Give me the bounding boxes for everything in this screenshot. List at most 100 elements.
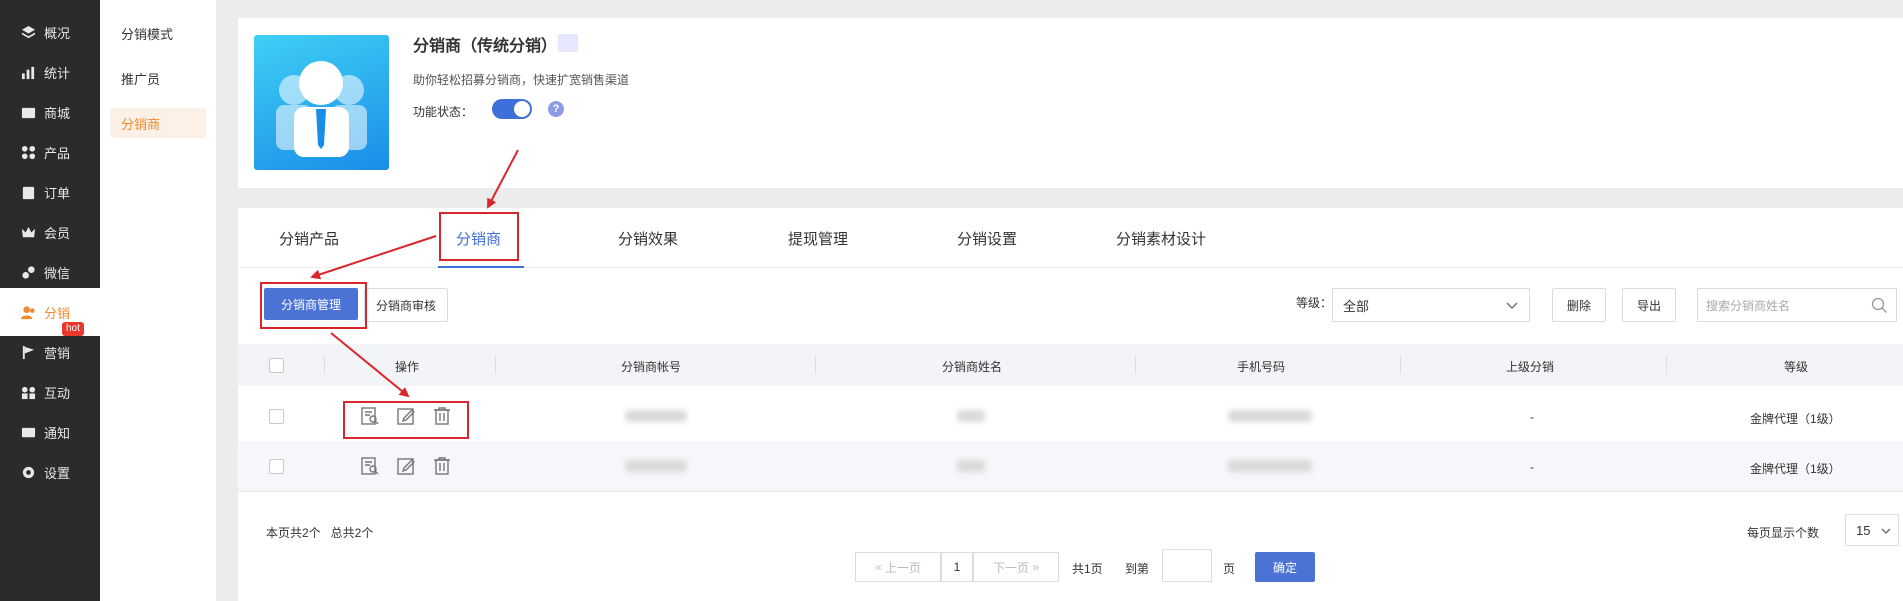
- status-label: 功能状态：: [413, 105, 474, 119]
- crown-icon: [20, 224, 36, 240]
- next-page-label: 下一页: [992, 560, 1029, 575]
- header-actions: 操作: [395, 360, 420, 374]
- user-icon: [20, 304, 36, 320]
- table-bottom-border: [238, 491, 1903, 492]
- feature-header-card: 分销商（传统分销） 助你轻松招募分销商，快速扩宽销售渠道 功能状态： ?: [238, 18, 1903, 188]
- feature-status-toggle[interactable]: [492, 99, 532, 119]
- goto-label: 到第: [1125, 562, 1150, 576]
- prev-page-button[interactable]: « 上一页: [855, 552, 941, 582]
- page-number-button[interactable]: 1: [941, 552, 973, 582]
- select-all-checkbox[interactable]: [269, 358, 284, 373]
- row-checkbox[interactable]: [269, 459, 284, 474]
- per-page-select[interactable]: 15: [1845, 514, 1899, 546]
- clipboard-icon: [20, 184, 36, 200]
- table-row: - 金牌代理（1级）: [238, 441, 1903, 491]
- nav-label: 产品: [44, 145, 71, 161]
- page-title: 分销商（传统分销）: [413, 38, 558, 55]
- column-separator: [815, 356, 816, 374]
- nav-label: 商城: [44, 105, 71, 121]
- help-icon[interactable]: ?: [548, 101, 564, 117]
- link-icon: [20, 264, 36, 280]
- table-row: - 金牌代理（1级）: [238, 391, 1903, 441]
- annotation-box-manage: [260, 282, 367, 329]
- page-description: 助你轻松招募分销商，快速扩宽销售渠道: [413, 73, 630, 87]
- nav-label: 订单: [44, 185, 71, 201]
- header-account: 分销商帐号: [621, 360, 682, 374]
- envelope-icon: [20, 424, 36, 440]
- tab-active-underline: [438, 266, 524, 268]
- nav-label: 统计: [44, 65, 71, 81]
- column-separator: [1135, 356, 1136, 374]
- main-sidebar: 概况 统计 商城 产品 订单 会员 微信 分销 营销 hot 互动 通知 设置: [0, 0, 100, 601]
- annotation-box-actions: [343, 401, 469, 439]
- view-detail-icon[interactable]: [360, 456, 380, 476]
- tab-effect[interactable]: 分销效果: [618, 228, 678, 249]
- next-page-button[interactable]: 下一页 »: [973, 552, 1059, 582]
- tab-withdraw[interactable]: 提现管理: [788, 228, 848, 249]
- gear-icon: [20, 464, 36, 480]
- double-chevron-left-icon: «: [874, 560, 885, 574]
- nav-item-settings[interactable]: 设置: [0, 448, 100, 496]
- main-card: 分销产品 分销商 分销效果 提现管理 分销设置 分销素材设计 分销商管理 分销商…: [238, 208, 1903, 601]
- redacted-account: [625, 410, 687, 422]
- goto-page-input[interactable]: [1162, 549, 1212, 582]
- page-unit: 页: [1223, 562, 1236, 576]
- grid-icon: [20, 144, 36, 160]
- nav-label: 设置: [44, 465, 71, 481]
- layers-icon: [20, 24, 36, 40]
- row-checkbox[interactable]: [269, 409, 284, 424]
- title-tag: [558, 34, 578, 52]
- header-phone: 手机号码: [1237, 360, 1286, 374]
- level-select[interactable]: 全部: [1332, 288, 1530, 322]
- per-page-label: 每页显示个数: [1747, 526, 1820, 540]
- redacted-phone: [1228, 460, 1312, 472]
- nav-label: 微信: [44, 265, 71, 281]
- subnav-item-promoter[interactable]: 推广员: [110, 63, 206, 93]
- distributor-logo: [254, 35, 389, 170]
- total-pages: 共1页: [1072, 562, 1103, 576]
- page-summary: 本页共2个 总共2个: [266, 526, 374, 540]
- redacted-name: [957, 410, 985, 422]
- chart-icon: [20, 64, 36, 80]
- nav-label: 概况: [44, 25, 71, 41]
- delete-icon[interactable]: [432, 456, 452, 476]
- distributor-review-button[interactable]: 分销商审核: [364, 288, 448, 322]
- column-separator: [495, 356, 496, 374]
- sub-sidebar: 分销模式 推广员 分销商: [100, 0, 216, 601]
- header-level: 等级: [1784, 360, 1809, 374]
- nav-label: 会员: [44, 225, 71, 241]
- subnav-item-distributor[interactable]: 分销商: [110, 108, 206, 138]
- delete-button[interactable]: 删除: [1552, 288, 1606, 322]
- distributor-level: 金牌代理（1级）: [1750, 462, 1841, 476]
- goto-confirm-button[interactable]: 确定: [1255, 552, 1315, 582]
- export-button[interactable]: 导出: [1622, 288, 1676, 322]
- redacted-phone: [1228, 410, 1312, 422]
- search-placeholder: 搜索分销商姓名: [1706, 298, 1791, 313]
- nav-label: 分销: [44, 305, 71, 321]
- column-separator: [1400, 356, 1401, 374]
- toggle-knob: [514, 101, 530, 117]
- level-select-value: 全部: [1343, 298, 1370, 314]
- search-input[interactable]: 搜索分销商姓名: [1697, 288, 1897, 322]
- nav-label: 互动: [44, 385, 71, 401]
- header-name: 分销商姓名: [942, 360, 1003, 374]
- annotation-box-tab: [439, 212, 519, 261]
- tab-settings[interactable]: 分销设置: [957, 228, 1017, 249]
- parent-distributor: -: [1530, 460, 1534, 474]
- chevron-down-icon: [1881, 528, 1891, 534]
- header-parent: 上级分销: [1506, 360, 1555, 374]
- redacted-name: [957, 460, 985, 472]
- mail-icon: [20, 104, 36, 120]
- subnav-item-mode[interactable]: 分销模式: [110, 18, 206, 48]
- nav-label: 营销: [44, 345, 71, 361]
- double-chevron-right-icon: »: [1029, 560, 1040, 574]
- per-page-value: 15: [1856, 522, 1871, 538]
- edit-icon[interactable]: [396, 456, 416, 476]
- search-icon: [1871, 297, 1887, 313]
- nav-label: 通知: [44, 425, 71, 441]
- tab-materials[interactable]: 分销素材设计: [1116, 228, 1206, 249]
- parent-distributor: -: [1530, 410, 1534, 424]
- table-header: 操作 分销商帐号 分销商姓名 手机号码 上级分销 等级: [238, 344, 1903, 386]
- tab-products[interactable]: 分销产品: [279, 228, 339, 249]
- distributor-level: 金牌代理（1级）: [1750, 412, 1841, 426]
